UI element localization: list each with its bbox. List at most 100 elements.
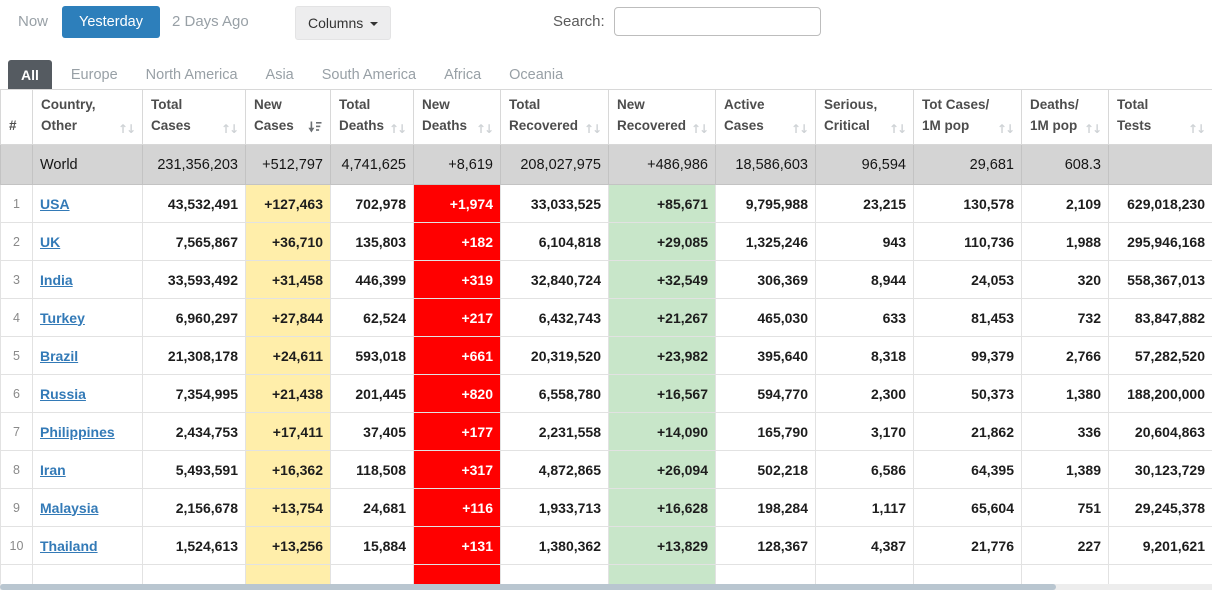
cell-total_cases [143, 565, 246, 585]
column-header-total_recovered[interactable]: TotalRecovered↑↓ [501, 90, 609, 145]
sort-both-icon: ↑↓ [1188, 122, 1204, 137]
cell-total_deaths: 593,018 [331, 337, 414, 375]
column-header-new_cases[interactable]: NewCases [246, 90, 331, 145]
cell-tot_cases_1m: 110,736 [914, 223, 1022, 261]
column-header-country[interactable]: Country,Other↑↓ [33, 90, 143, 145]
covid-stats-table-wrap: #Country,Other↑↓TotalCases↑↓NewCasesTota… [0, 89, 1212, 584]
country-link[interactable]: Iran [40, 462, 66, 478]
cell-total_cases: 2,434,753 [143, 413, 246, 451]
columns-dropdown-button[interactable]: Columns [295, 6, 391, 40]
cell-total_deaths [331, 565, 414, 585]
country-cell: USA [33, 185, 143, 223]
tab-africa[interactable]: Africa [444, 60, 481, 90]
tab-north-america[interactable]: North America [146, 60, 238, 90]
cell-new_cases [246, 565, 331, 585]
cell-active_cases: 395,640 [716, 337, 816, 375]
cell-new_recovered: +23,982 [609, 337, 716, 375]
cell-total_tests [1109, 565, 1212, 585]
cell-serious_critical: 8,944 [816, 261, 914, 299]
row-rank [1, 145, 33, 185]
cell-new_recovered: +16,567 [609, 375, 716, 413]
cell-total_deaths: 446,399 [331, 261, 414, 299]
cell-total_cases: 5,493,591 [143, 451, 246, 489]
country-link[interactable]: Philippines [40, 424, 115, 440]
cell-tot_cases_1m: 64,395 [914, 451, 1022, 489]
column-header-active_cases[interactable]: ActiveCases↑↓ [716, 90, 816, 145]
two-days-ago-button[interactable]: 2 Days Ago [172, 13, 249, 30]
cell-total_deaths: 201,445 [331, 375, 414, 413]
cell-serious_critical: 943 [816, 223, 914, 261]
cell-active_cases: 306,369 [716, 261, 816, 299]
cell-total_tests: 83,847,882 [1109, 299, 1212, 337]
tab-all[interactable]: All [8, 60, 52, 90]
country-link[interactable]: USA [40, 196, 70, 212]
column-header-tot_cases_1m[interactable]: Tot Cases/1M pop↑↓ [914, 90, 1022, 145]
country-cell: Thailand [33, 527, 143, 565]
cell-total_recovered: 6,558,780 [501, 375, 609, 413]
cell-total_cases: 7,354,995 [143, 375, 246, 413]
cell-new_cases: +16,362 [246, 451, 331, 489]
cell-total_tests: 29,245,378 [1109, 489, 1212, 527]
table-row: 10Thailand1,524,613+13,25615,884+1311,38… [1, 527, 1212, 565]
cell-new_deaths: +661 [414, 337, 501, 375]
country-link[interactable]: Thailand [40, 538, 98, 554]
row-rank: 7 [1, 413, 33, 451]
cell-new_deaths: +319 [414, 261, 501, 299]
cell-new_cases: +27,844 [246, 299, 331, 337]
country-cell: World [33, 145, 143, 185]
cell-total_tests: 9,201,621 [1109, 527, 1212, 565]
column-header-total_tests[interactable]: TotalTests↑↓ [1109, 90, 1212, 145]
cell-new_recovered: +26,094 [609, 451, 716, 489]
tab-south-america[interactable]: South America [322, 60, 416, 90]
country-cell: Turkey [33, 299, 143, 337]
cell-total_deaths: 15,884 [331, 527, 414, 565]
sort-both-icon: ↑↓ [584, 122, 600, 137]
column-header-total_deaths[interactable]: TotalDeaths↑↓ [331, 90, 414, 145]
cell-new_deaths: +177 [414, 413, 501, 451]
country-link[interactable]: India [40, 272, 73, 288]
country-cell: Philippines [33, 413, 143, 451]
cell-total_deaths: 135,803 [331, 223, 414, 261]
column-header-new_recovered[interactable]: NewRecovered↑↓ [609, 90, 716, 145]
country-link[interactable]: Malaysia [40, 500, 98, 516]
column-header-total_cases[interactable]: TotalCases↑↓ [143, 90, 246, 145]
search-input[interactable] [614, 7, 821, 36]
horizontal-scrollbar[interactable] [0, 584, 1212, 590]
cell-new_deaths: +182 [414, 223, 501, 261]
tab-oceania[interactable]: Oceania [509, 60, 563, 90]
cell-active_cases: 128,367 [716, 527, 816, 565]
cell-tot_cases_1m: 65,604 [914, 489, 1022, 527]
cell-total_tests: 629,018,230 [1109, 185, 1212, 223]
country-link[interactable]: Russia [40, 386, 86, 402]
cell-total_recovered: 4,872,865 [501, 451, 609, 489]
cell-deaths_1m: 227 [1022, 527, 1109, 565]
cell-tot_cases_1m: 99,379 [914, 337, 1022, 375]
column-header-new_deaths[interactable]: NewDeaths↑↓ [414, 90, 501, 145]
table-row: 6Russia7,354,995+21,438201,445+8206,558,… [1, 375, 1212, 413]
sort-both-icon: ↑↓ [1084, 122, 1100, 137]
cell-active_cases [716, 565, 816, 585]
column-header-deaths_1m[interactable]: Deaths/1M pop↑↓ [1022, 90, 1109, 145]
table-row: 9Malaysia2,156,678+13,75424,681+1161,933… [1, 489, 1212, 527]
country-link[interactable]: UK [40, 234, 60, 250]
tab-europe[interactable]: Europe [71, 60, 118, 90]
cell-active_cases: 594,770 [716, 375, 816, 413]
cell-deaths_1m: 1,389 [1022, 451, 1109, 489]
now-button[interactable]: Now [18, 13, 48, 30]
column-header-serious_critical[interactable]: Serious,Critical↑↓ [816, 90, 914, 145]
horizontal-scrollbar-thumb[interactable] [0, 584, 1056, 590]
cell-new_recovered: +21,267 [609, 299, 716, 337]
cell-total_recovered: 32,840,724 [501, 261, 609, 299]
cell-deaths_1m: 608.3 [1022, 145, 1109, 185]
country-cell: Iran [33, 451, 143, 489]
row-rank: 1 [1, 185, 33, 223]
country-link[interactable]: Brazil [40, 348, 78, 364]
country-link[interactable]: Turkey [40, 310, 85, 326]
cell-new_deaths: +8,619 [414, 145, 501, 185]
cell-total_recovered: 6,104,818 [501, 223, 609, 261]
country-cell: Brazil [33, 337, 143, 375]
cell-tot_cases_1m: 21,862 [914, 413, 1022, 451]
tab-asia[interactable]: Asia [266, 60, 294, 90]
yesterday-button[interactable]: Yesterday [62, 6, 160, 38]
cell-deaths_1m: 751 [1022, 489, 1109, 527]
